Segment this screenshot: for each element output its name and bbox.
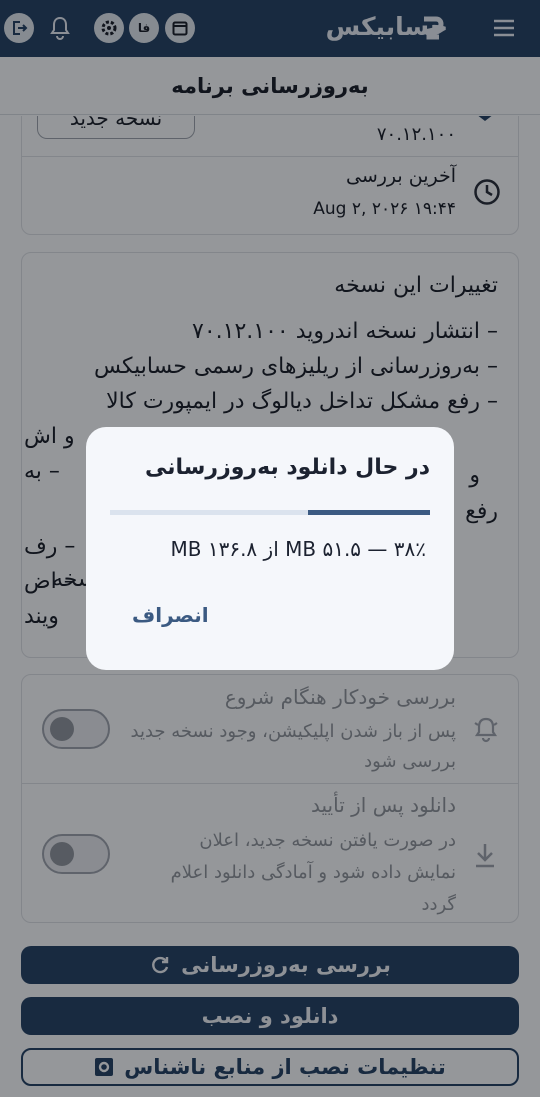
progress-text: ۳۸٪ — ۵۱.۵ MB از ۱۳۶.۸ MB — [170, 537, 427, 561]
dialog-title: در حال دانلود به‌روزرسانی — [145, 455, 430, 480]
cancel-button[interactable]: انصراف — [132, 603, 209, 627]
progress-bar — [110, 510, 430, 515]
progress-bar-fill — [308, 510, 430, 515]
download-dialog: در حال دانلود به‌روزرسانی ۳۸٪ — ۵۱.۵ MB … — [86, 427, 454, 670]
